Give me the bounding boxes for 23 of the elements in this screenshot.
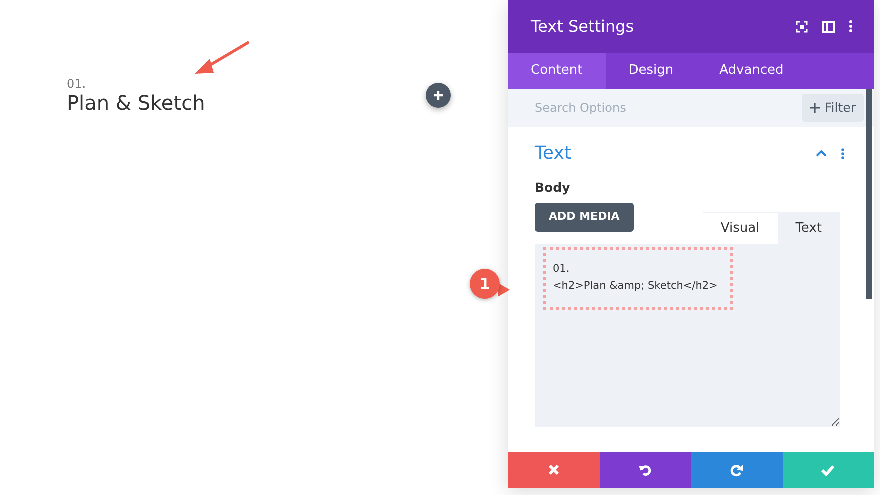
text-editor[interactable]: 01. <h2>Plan &amp; Sketch</h2>: [535, 244, 840, 428]
plus-icon: [810, 103, 820, 114]
close-icon: [548, 464, 560, 476]
section-title: Text: [535, 143, 572, 165]
item-number: 01.: [67, 76, 86, 93]
callout-badge: 1: [470, 269, 500, 299]
redo-button[interactable]: [691, 452, 782, 488]
add-button[interactable]: [426, 83, 451, 108]
editor-tab[interactable]: Text: [778, 212, 840, 244]
redo-icon: [730, 464, 744, 476]
check-icon: [821, 464, 836, 476]
field-label: Body: [535, 178, 572, 197]
undo-icon: [638, 464, 652, 476]
tab[interactable]: Design: [606, 53, 697, 89]
tab[interactable]: Advanced: [696, 53, 807, 89]
panel-title: Text Settings: [531, 16, 636, 36]
heading: Plan & Sketch: [67, 91, 206, 115]
scrollbar[interactable]: [866, 89, 872, 299]
tab[interactable]: Content: [508, 53, 606, 89]
add-media-button[interactable]: ADD MEDIA: [535, 203, 634, 232]
filter-button[interactable]: Filter: [802, 94, 864, 122]
search-field[interactable]: Search Options Filter: [508, 89, 874, 127]
plus-icon: [433, 90, 444, 101]
